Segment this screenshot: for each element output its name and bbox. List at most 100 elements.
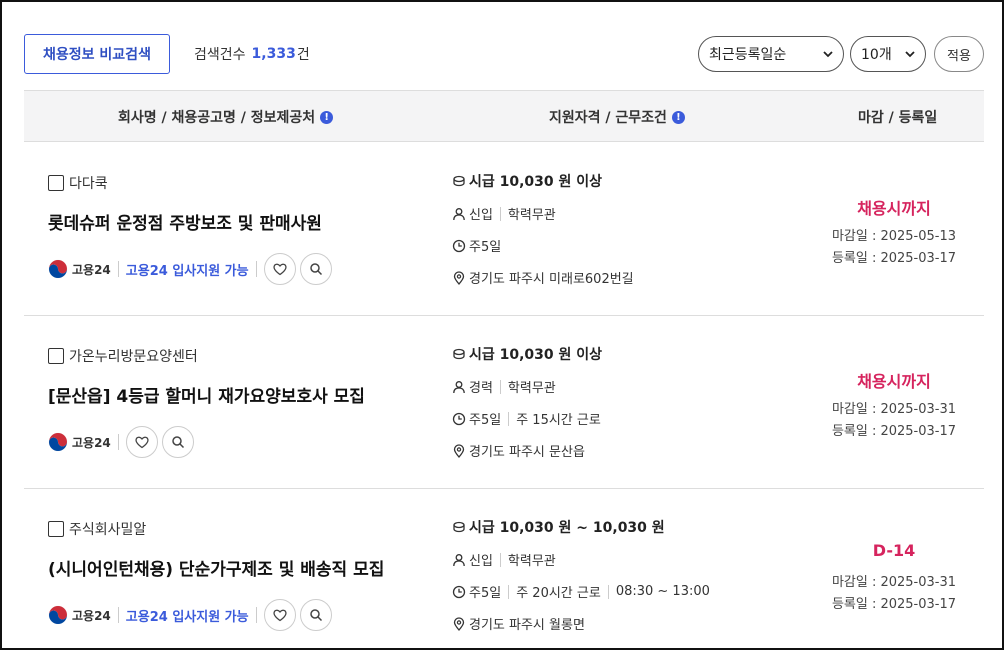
table-row: 주식회사밀알 (시니어인턴채용) 단순가구제조 및 배송직 모집 고용24 고용…	[24, 489, 984, 648]
divider	[499, 552, 501, 567]
search-icon	[172, 436, 184, 449]
deadline-status: 채용시까지	[857, 372, 931, 391]
work-time-label: 08:30 ~ 13:00	[615, 584, 710, 599]
location-pin-icon	[453, 443, 465, 458]
table-row: 다다쿡 롯데슈퍼 운정점 주방보조 및 판매사원 고용24 고용24 입사지원 …	[24, 143, 984, 316]
source-label: 고용24	[72, 262, 111, 277]
divider	[499, 206, 501, 221]
weekly-hours-label: 주 15시간 근로	[516, 413, 601, 428]
career-label: 신입	[469, 208, 493, 223]
header-conditions: 지원자격 / 근무조건 !	[549, 91, 685, 143]
divider	[499, 379, 501, 394]
job-title-link[interactable]: [문산읍] 4등급 할머니 재가요양보호사 모집	[48, 382, 365, 407]
divider	[117, 261, 119, 277]
company-label: 주식회사밀알	[69, 522, 147, 538]
divider	[117, 434, 119, 450]
deadline-status: 채용시까지	[857, 199, 931, 218]
pay-label: 시급 10,030 원 이상	[469, 174, 603, 190]
source-label: 고용24	[72, 608, 111, 623]
days-label: 주5일	[469, 586, 502, 601]
career-info: 경력 학력무관	[452, 377, 556, 396]
divider	[508, 584, 510, 599]
page-size-value: 10개	[861, 47, 892, 63]
job-actions: 고용24 고용24 입사지원 가능	[48, 599, 332, 631]
clock-icon	[452, 239, 466, 252]
hours-info: 주5일 주 15시간 근로	[452, 409, 601, 428]
company-name[interactable]: 주식회사밀알	[48, 519, 146, 539]
pay-info: 시급 10,030 원 이상	[452, 171, 602, 191]
location-pin-icon	[453, 270, 465, 285]
korea-emblem-icon	[48, 259, 68, 279]
person-icon	[453, 380, 465, 393]
favorite-button[interactable]	[263, 599, 296, 631]
compare-checkbox[interactable]	[48, 348, 64, 364]
location-label: 경기도 파주시 문산읍	[469, 445, 585, 460]
search-icon	[309, 263, 322, 276]
header-dates-label: 마감 / 등록일	[858, 110, 938, 126]
weekly-hours-label: 주 20시간 근로	[516, 586, 601, 601]
close-date: 마감일 : 2025-05-13	[831, 229, 957, 244]
compare-checkbox[interactable]	[48, 521, 64, 537]
deadline-status: D-14	[872, 541, 916, 560]
career-info: 신입 학력무관	[452, 550, 556, 569]
location-info: 경기도 파주시 문산읍	[452, 441, 585, 460]
divider	[255, 607, 257, 623]
close-date: 마감일 : 2025-03-31	[831, 575, 957, 590]
apply-support-link[interactable]: 고용24 입사지원 가능	[126, 260, 249, 279]
company-label: 다다쿡	[69, 176, 108, 192]
count-value: 1,333	[251, 46, 296, 62]
compare-search-button[interactable]: 채용정보 비교검색	[24, 34, 170, 74]
header-dates: 마감 / 등록일	[858, 91, 937, 143]
job-list-panel: 채용정보 비교검색 검색건수 1,333 건 최근등록일순 10개 적용 회사명…	[0, 0, 1004, 650]
company-name[interactable]: 다다쿡	[48, 173, 108, 193]
heart-icon	[273, 263, 287, 276]
quick-view-button[interactable]	[299, 253, 332, 285]
compare-checkbox[interactable]	[48, 175, 64, 191]
header-company: 회사명 / 채용공고명 / 정보제공처 !	[118, 91, 334, 143]
pay-info: 시급 10,030 원 ~ 10,030 원	[452, 517, 665, 537]
education-label: 학력무관	[507, 208, 556, 223]
career-info: 신입 학력무관	[452, 204, 556, 223]
divider	[255, 261, 257, 277]
favorite-button[interactable]	[125, 426, 158, 458]
job-title-link[interactable]: (시니어인턴채용) 단순가구제조 및 배송직 모집	[48, 555, 384, 580]
count-label: 검색건수	[194, 47, 246, 63]
location-info: 경기도 파주시 미래로602번길	[452, 268, 634, 287]
heart-icon	[273, 609, 287, 622]
divider	[117, 607, 119, 623]
sort-select[interactable]: 최근등록일순	[698, 36, 844, 72]
favorite-button[interactable]	[263, 253, 296, 285]
clock-icon	[452, 585, 466, 598]
source-label: 고용24	[72, 435, 111, 450]
location-label: 경기도 파주시 미래로602번길	[469, 272, 634, 287]
pay-label: 시급 10,030 원 이상	[469, 347, 603, 363]
clock-icon	[452, 412, 466, 425]
count-unit: 건	[296, 47, 310, 63]
heart-icon	[135, 436, 149, 449]
korea-emblem-icon	[48, 432, 68, 452]
search-icon	[309, 609, 322, 622]
company-name[interactable]: 가온누리방문요양센터	[48, 346, 198, 366]
info-icon[interactable]: !	[320, 110, 334, 124]
pay-info: 시급 10,030 원 이상	[452, 344, 602, 364]
job-title-link[interactable]: 롯데슈퍼 운정점 주방보조 및 판매사원	[48, 209, 322, 234]
page-size-select[interactable]: 10개	[850, 36, 926, 72]
quick-view-button[interactable]	[299, 599, 332, 631]
days-label: 주5일	[469, 413, 502, 428]
education-label: 학력무관	[507, 381, 556, 396]
career-label: 경력	[469, 381, 493, 396]
chevron-down-icon	[905, 51, 915, 58]
coin-icon	[453, 175, 465, 187]
quick-view-button[interactable]	[161, 426, 194, 458]
company-label: 가온누리방문요양센터	[69, 349, 198, 365]
sort-select-value: 최근등록일순	[709, 47, 787, 63]
register-date: 등록일 : 2025-03-17	[831, 424, 957, 439]
apply-support-link[interactable]: 고용24 입사지원 가능	[126, 606, 249, 625]
pay-label: 시급 10,030 원 ~ 10,030 원	[469, 520, 665, 536]
divider	[508, 411, 510, 426]
education-label: 학력무관	[507, 554, 556, 569]
apply-button[interactable]: 적용	[934, 36, 984, 72]
info-icon[interactable]: !	[671, 110, 685, 124]
divider	[607, 584, 609, 599]
hours-info: 주5일 주 20시간 근로 08:30 ~ 13:00	[452, 582, 710, 601]
